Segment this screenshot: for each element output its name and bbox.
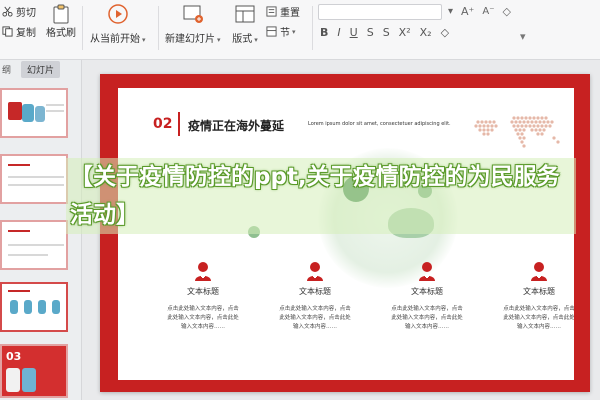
format-painter-label: 格式刷 [46,28,76,39]
slide-thumbnail-selected[interactable] [0,282,68,332]
chevron-down-icon: ▾ [520,30,526,43]
ribbon-toolbar: 剪切 复制 格式刷 从当前开始 ▾ 新建幻灯片 ▾ 版式 ▾ 重置 节 ▾ ▾ … [0,0,600,60]
card-body: 点击此处输入文本内容，点击此处输入文本内容，点击此处输入文本内容…… [279,306,351,330]
slide-thumbnail[interactable]: 03 [0,344,68,398]
card-title: 文本标题 [523,287,555,296]
section-button[interactable]: 节 ▾ [266,24,296,39]
subscript-icon[interactable]: X₂ [420,26,432,39]
italic-icon[interactable]: I [337,26,340,39]
underline-icon[interactable]: U [350,26,358,39]
text-card[interactable]: 文本标题 点击此处输入文本内容，点击此处输入文本内容，点击此处输入文本内容…… [270,260,360,332]
chevron-down-icon: ▾ [254,36,258,44]
chevron-down-icon: ▾ [292,27,296,36]
bold-icon[interactable]: B [320,26,328,39]
new-slide-button[interactable]: 新建幻灯片 ▾ [165,2,221,45]
card-title: 文本标题 [187,287,219,296]
presentation-app: 剪切 复制 格式刷 从当前开始 ▾ 新建幻灯片 ▾ 版式 ▾ 重置 节 ▾ ▾ … [0,0,600,400]
doctor-icon [528,260,550,282]
copy-icon [2,26,13,37]
section-subtitle: Lorem ipsum dolor sit amet, consectetuer… [308,121,451,127]
slide-content-area: 02 疫情正在海外蔓延 Lorem ipsum dolor sit amet, … [118,88,574,380]
from-current-button[interactable]: 从当前开始 ▾ [90,2,146,45]
section-title: 疫情正在海外蔓延 [188,119,285,133]
shadow-icon[interactable]: S [383,26,390,39]
ribbon-divider [82,6,83,50]
copy-button[interactable]: 复制 [2,24,36,39]
new-slide-label: 新建幻灯片 [165,34,215,45]
text-card[interactable]: 文本标题 点击此处输入文本内容，点击此处输入文本内容，点击此处输入文本内容…… [382,260,472,332]
card-body: 点击此处输入文本内容，点击此处输入文本内容，点击此处输入文本内容…… [167,306,239,330]
chevron-down-icon: ▾ [217,36,221,44]
cut-button[interactable]: 剪切 [2,4,36,19]
layout-label: 版式 [232,34,253,45]
text-card[interactable]: 文本标题 点击此处输入文本内容，点击此处输入文本内容，点击此处输入文本内容…… [494,260,574,332]
section-divider [178,112,180,136]
reset-label: 重置 [280,8,300,19]
cut-label: 剪切 [16,8,36,19]
card-title: 文本标题 [411,287,443,296]
doctor-icon [304,260,326,282]
tab-slides[interactable]: 幻灯片 [21,60,61,78]
slide-thumbnail[interactable] [0,154,68,204]
pane-tabs: 纲 幻灯片 [0,60,82,78]
layout-button[interactable]: 版式 ▾ [232,2,258,45]
decrease-font-icon[interactable]: A⁻ [482,6,494,17]
copy-label: 复制 [16,28,36,39]
font-size-controls: ▾ A⁺ A⁻ ◇ [448,5,511,18]
tab-outline[interactable]: 纲 [2,63,11,76]
doctor-icon [416,260,438,282]
play-icon [105,2,131,26]
reset-icon [266,6,277,17]
from-current-label: 从当前开始 [90,34,140,45]
clear-icon[interactable]: ◇ [441,26,449,39]
new-slide-icon [180,2,206,26]
font-name-input[interactable] [318,4,442,20]
strikethrough-icon[interactable]: S [367,26,374,39]
slide-number-badge: 03 [6,350,22,363]
slide-thumbnail[interactable] [0,220,68,270]
section-number: 02 [153,116,173,132]
increase-font-icon[interactable]: A⁺ [461,5,474,18]
doctor-icon [192,260,214,282]
font-size-dropdown[interactable]: ▾ [448,6,453,17]
reset-button[interactable]: 重置 [266,4,300,19]
ribbon-divider [312,6,313,50]
format-row: B I U S S X² X₂ ◇ [320,26,449,39]
overlay-headline: 【关于疫情防控的ppt,关于疫情防控的为民服务活动】 [66,158,576,234]
card-body: 点击此处输入文本内容，点击此处输入文本内容，点击此处输入文本内容…… [503,306,574,330]
layout-icon [232,2,258,26]
slide-thumbnail[interactable] [0,88,68,138]
clear-format-icon[interactable]: ◇ [503,5,511,18]
clipboard-icon [48,2,74,26]
ribbon-divider [158,6,159,50]
format-painter-button[interactable]: 格式刷 [46,24,76,39]
text-card[interactable]: 文本标题 点击此处输入文本内容，点击此处输入文本内容，点击此处输入文本内容…… [158,260,248,332]
superscript-icon[interactable]: X² [399,26,411,39]
section-label: 节 [280,28,290,39]
chevron-down-icon: ▾ [142,36,146,44]
scissors-icon [2,6,13,17]
section-icon [266,26,277,37]
font-color-dropdown[interactable]: ▾ [520,30,526,43]
card-title: 文本标题 [299,287,331,296]
card-body: 点击此处输入文本内容，点击此处输入文本内容，点击此处输入文本内容…… [391,306,463,330]
